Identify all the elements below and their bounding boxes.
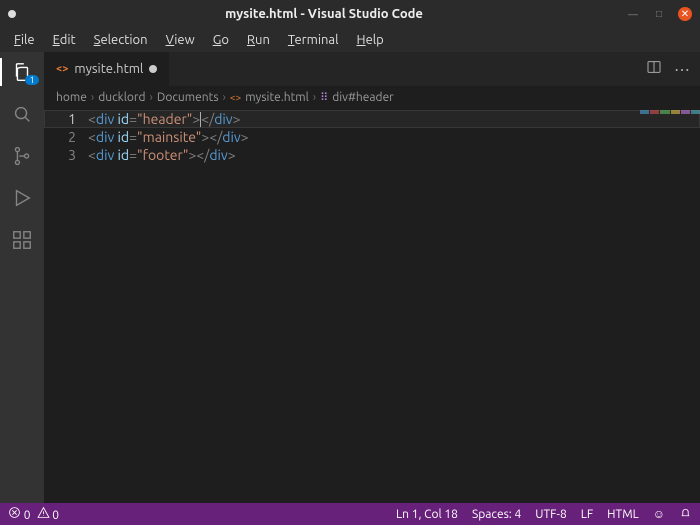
breadcrumb[interactable]: home› ducklord› Documents› <> mysite.htm… [44, 86, 700, 108]
status-language[interactable]: HTML [607, 508, 639, 521]
breadcrumb-part[interactable]: Documents [157, 91, 219, 104]
html-file-icon: <> [230, 92, 241, 103]
breadcrumb-part[interactable]: ducklord [98, 91, 145, 104]
split-editor-icon[interactable] [646, 59, 662, 79]
menu-edit[interactable]: Edit [45, 31, 84, 49]
breadcrumb-part[interactable]: home [56, 91, 87, 104]
status-eol[interactable]: LF [581, 508, 593, 521]
explorer-badge: 1 [25, 75, 38, 85]
window-close-button[interactable]: ✕ [678, 7, 692, 21]
minimap[interactable] [640, 108, 700, 116]
menu-help[interactable]: Help [349, 31, 392, 49]
symbol-icon: ⠿ [320, 91, 328, 104]
breadcrumb-symbol[interactable]: div#header [332, 91, 394, 104]
line-number-gutter: 1 2 3 [44, 108, 88, 503]
status-errors[interactable]: 0 [8, 506, 31, 522]
html-file-icon: <> [56, 63, 68, 75]
status-notifications-icon[interactable] [679, 506, 692, 522]
window-title: mysite.html - Visual Studio Code [22, 7, 626, 21]
tab-label: mysite.html [74, 62, 143, 76]
menu-terminal[interactable]: Terminal [280, 31, 347, 49]
menu-bar: File Edit Selection View Go Run Terminal… [0, 28, 700, 52]
status-encoding[interactable]: UTF-8 [535, 508, 566, 521]
activity-source-control-icon[interactable] [10, 144, 34, 168]
status-warnings[interactable]: 0 [37, 506, 60, 522]
menu-run[interactable]: Run [239, 31, 278, 49]
activity-search-icon[interactable] [10, 102, 34, 126]
code-editor[interactable]: 1 2 3 <div id="header"></div><div id="ma… [44, 108, 700, 503]
tab-bar: <> mysite.html ⋯ [44, 52, 700, 86]
more-actions-icon[interactable]: ⋯ [674, 60, 690, 79]
menu-view[interactable]: View [158, 31, 203, 49]
code-lines[interactable]: <div id="header"></div><div id="mainsite… [88, 108, 700, 503]
line-number: 3 [44, 146, 76, 164]
activity-bar: 1 [0, 52, 44, 503]
menu-selection[interactable]: Selection [86, 31, 156, 49]
status-cursor-position[interactable]: Ln 1, Col 18 [396, 508, 458, 521]
window-minimize-button[interactable]: — [626, 7, 640, 21]
status-bar: 0 0 Ln 1, Col 18 Spaces: 4 UTF-8 LF HTML… [0, 503, 700, 525]
modified-indicator-icon [8, 10, 16, 18]
status-feedback-icon[interactable]: ☺ [653, 507, 665, 521]
line-number: 1 [44, 110, 76, 128]
window-maximize-button[interactable]: □ [652, 7, 666, 21]
status-indent[interactable]: Spaces: 4 [472, 508, 521, 521]
window-titlebar: mysite.html - Visual Studio Code — □ ✕ [0, 0, 700, 28]
menu-go[interactable]: Go [205, 31, 237, 49]
menu-file[interactable]: File [6, 31, 43, 49]
activity-explorer-icon[interactable]: 1 [10, 60, 34, 84]
dirty-indicator-icon [149, 65, 157, 73]
breadcrumb-file[interactable]: mysite.html [245, 91, 309, 104]
line-number: 2 [44, 128, 76, 146]
activity-extensions-icon[interactable] [10, 228, 34, 252]
tab-mysite-html[interactable]: <> mysite.html [44, 52, 170, 86]
activity-run-debug-icon[interactable] [10, 186, 34, 210]
